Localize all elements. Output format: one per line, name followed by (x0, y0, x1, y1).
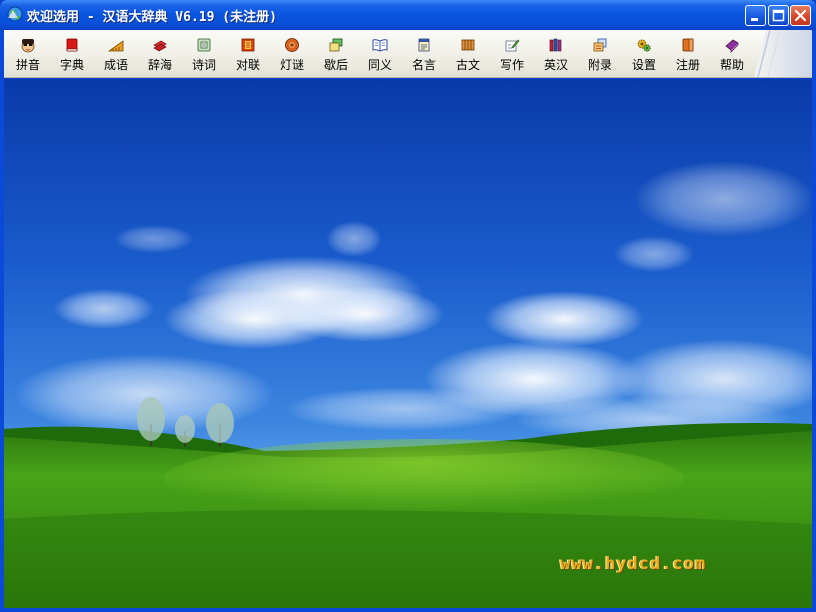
cards-icon (329, 38, 343, 52)
toolbar-label: 诗词 (191, 58, 216, 72)
register-book-icon (682, 38, 694, 52)
window-frame-bottom (0, 608, 816, 612)
minimize-button[interactable] (745, 5, 766, 26)
red-book-icon (66, 38, 78, 52)
main-toolbar: 拼音 字典 成语 辞海 诗词 对联 灯谜 歇后 同义 名言 古文 写作 英汉 附… (4, 30, 812, 78)
toolbar-button-dictionary[interactable]: 字典 (50, 31, 94, 75)
toolbar-label: 帮助 (719, 58, 744, 72)
toolbar-label: 设置 (631, 58, 656, 72)
toolbar-label: 同义 (367, 58, 392, 72)
toolbar-button-register[interactable]: 注册 (666, 31, 710, 75)
toolbar-label: 附录 (587, 58, 612, 72)
toolbar-decoration (754, 30, 812, 77)
window-title: 欢迎选用 - 汉语大辞典 V6.19 (未注册) (27, 10, 277, 25)
app-window: 欢迎选用 - 汉语大辞典 V6.19 (未注册) 拼音 字典 成语 辞海 诗词 … (0, 0, 816, 612)
close-button[interactable] (790, 5, 811, 26)
open-book-icon (372, 39, 388, 52)
sky-and-grassland-wallpaper (4, 79, 812, 608)
toolbar-label: 英汉 (543, 58, 568, 72)
toolbar-label: 歇后 (323, 58, 348, 72)
toolbar-button-classical[interactable]: 古文 (446, 31, 490, 75)
toolbar-button-help[interactable]: 帮助 (710, 31, 754, 75)
globe-icon (7, 6, 23, 22)
toolbar-button-xiehouyu[interactable]: 歇后 (314, 31, 358, 75)
bamboo-slips-icon (461, 39, 475, 51)
books-icon (153, 40, 167, 52)
toolbar-button-idiom[interactable]: 成语 (94, 31, 138, 75)
couplet-icon (241, 38, 255, 52)
toolbar-button-couplet[interactable]: 对联 (226, 31, 270, 75)
toolbar-label: 对联 (235, 58, 260, 72)
maximize-button[interactable] (768, 5, 789, 26)
toolbar-label: 古文 (455, 58, 480, 72)
welcome-background: www.hydcd.com (4, 79, 812, 608)
toolbar-button-settings[interactable]: 设置 (622, 31, 666, 75)
toolbar-label: 名言 (411, 58, 436, 72)
toolbar-label: 辞海 (147, 58, 172, 72)
toolbar-label: 灯谜 (279, 58, 304, 72)
face-avatar-icon (21, 39, 35, 53)
toolbar-button-appendix[interactable]: 附录 (578, 31, 622, 75)
toolbar-label: 写作 (499, 58, 524, 72)
window-frame-right (812, 30, 816, 612)
maximize-icon (772, 9, 785, 22)
toolbar-button-writing[interactable]: 写作 (490, 31, 534, 75)
pen-paper-icon (505, 39, 520, 52)
toolbar-label: 成语 (103, 58, 128, 72)
toolbar-button-riddle[interactable]: 灯谜 (270, 31, 314, 75)
toolbar-button-english[interactable]: 英汉 (534, 31, 578, 75)
scroll-icon (197, 38, 211, 52)
toolbar-button-quotes[interactable]: 名言 (402, 31, 446, 75)
notepad-icon (418, 38, 430, 52)
title-bar[interactable]: 欢迎选用 - 汉语大辞典 V6.19 (未注册) (0, 0, 816, 30)
toolbar-button-pinyin[interactable]: 拼音 (6, 31, 50, 75)
minimize-icon (751, 18, 758, 21)
toolbar-button-poetry[interactable]: 诗词 (182, 31, 226, 75)
document-stack-icon (593, 38, 607, 52)
toolbar-label: 注册 (675, 58, 700, 72)
lantern-icon (285, 38, 299, 52)
toolbar-label: 拼音 (15, 58, 40, 72)
toolbar-button-cihai[interactable]: 辞海 (138, 31, 182, 75)
book-shelf-icon (549, 38, 562, 52)
toolbar-label: 字典 (59, 58, 84, 72)
toolbar-button-synonym[interactable]: 同义 (358, 31, 402, 75)
gears-icon (637, 39, 651, 52)
website-watermark: www.hydcd.com (560, 554, 707, 574)
close-icon (794, 9, 807, 22)
ruler-icon (108, 40, 124, 52)
help-book-icon (725, 39, 739, 53)
